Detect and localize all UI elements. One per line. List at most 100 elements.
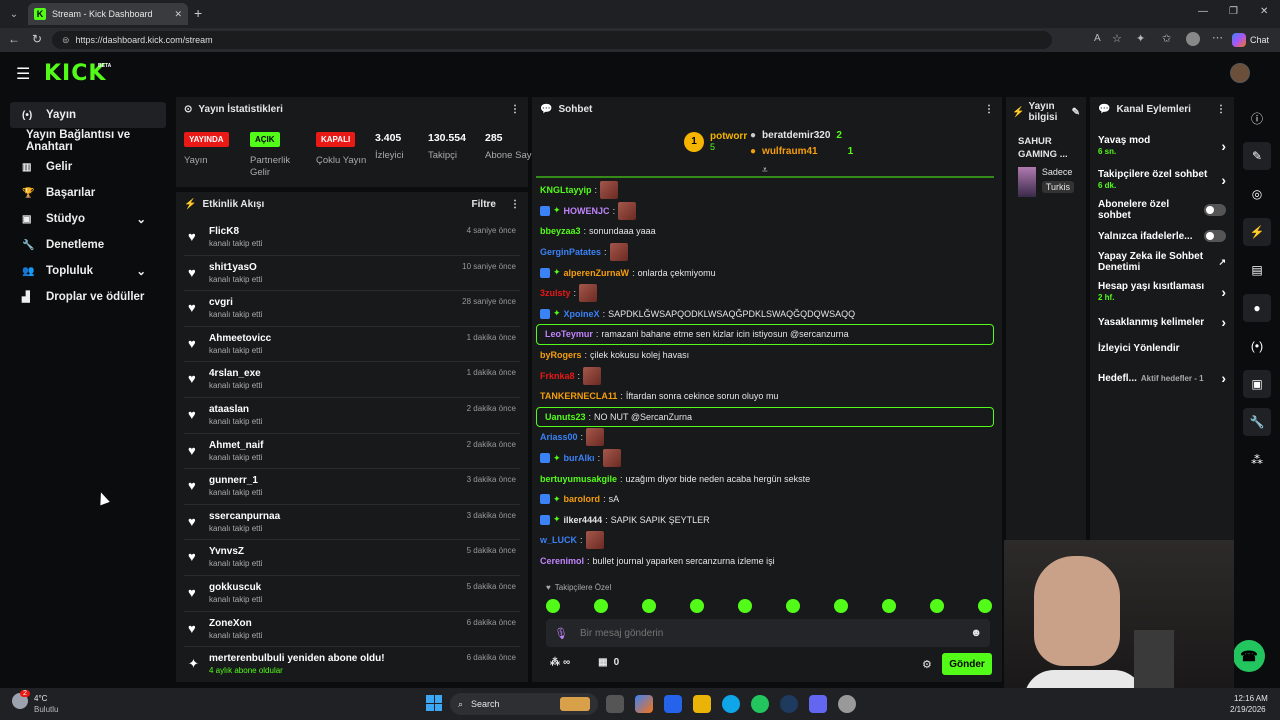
points-indicator[interactable]: ⁂ ∞ (550, 657, 570, 668)
activity-item[interactable]: ♥ FlicK8 kanalı takip etti 4 saniye önce (184, 220, 520, 256)
file-explorer-icon[interactable] (693, 695, 711, 713)
app-icon[interactable] (838, 695, 856, 713)
reload-icon[interactable]: ↻ (32, 32, 42, 46)
chat-message[interactable]: TANKERNECLA11: İftardan sonra cekince sor… (532, 386, 998, 407)
sidebar-item-2[interactable]: ▥ Gelir (10, 154, 166, 180)
filter-button[interactable]: Filtre (472, 199, 496, 210)
window-close-icon[interactable]: ✕ (1260, 6, 1268, 17)
chat-message[interactable]: ✦ alperenZurnaW: onlarda çekmiyomu (532, 262, 998, 283)
sidebar-item-7[interactable]: ▟ Droplar ve ödüller (10, 284, 166, 310)
chat-username[interactable]: byRogers (540, 350, 582, 360)
chat-username[interactable]: barolord (564, 494, 601, 504)
channel-action-5[interactable]: Hesap yaşı kısıtlaması 2 hf. › (1090, 275, 1234, 309)
info-icon[interactable]: ⓘ (1243, 104, 1271, 132)
wrench-icon[interactable]: 🔧 (1243, 408, 1271, 436)
chat-username[interactable]: XpoineX (564, 309, 600, 319)
kick-emote-icon[interactable] (690, 599, 704, 613)
user-avatar[interactable] (1230, 63, 1250, 83)
channel-action-0[interactable]: Yavaş mod 6 sn. › (1090, 129, 1234, 163)
chat-message[interactable]: bbeyzaa3: sonundaaa yaaa (532, 221, 998, 242)
store-app-icon[interactable] (664, 695, 682, 713)
chat-message[interactable]: Cerenimol: bullet journal yaparken sercan… (532, 551, 998, 572)
chat-message[interactable]: ✦ burAlkı: (532, 448, 998, 469)
chat-message[interactable]: bertuyumusakgile: uzağım diyor bide neden… (532, 468, 998, 489)
chat-username[interactable]: LeoTeymur (545, 329, 593, 339)
chat-message[interactable]: 3zulsty: (532, 283, 998, 304)
favorites-bar-icon[interactable]: ✩ (1162, 32, 1171, 45)
sidebar-item-1[interactable]: Yayın Bağlantısı ve Anahtarı (10, 128, 166, 154)
close-tab-icon[interactable]: ✕ (174, 9, 182, 20)
channel-action-6[interactable]: Yasaklanmış kelimeler › (1090, 309, 1234, 335)
stats-menu-icon[interactable]: ⋮ (510, 104, 520, 115)
chat-message[interactable]: GerginPatates: (532, 242, 998, 263)
chat-message[interactable]: LeoTeymur: ramazani bahane etme sen kizla… (536, 324, 994, 345)
chat-message[interactable]: KNGLtayyip: (532, 180, 998, 201)
activity-item[interactable]: ♥ ZoneXon kanalı takip etti 6 dakika önce (184, 612, 520, 648)
chat-message[interactable]: Frknka8: (532, 365, 998, 386)
chat-username[interactable]: Frknka8 (540, 371, 575, 381)
chat-icon[interactable]: ● (1243, 294, 1271, 322)
channel-action-4[interactable]: Yapay Zeka ile Sohbet Denetimi ↗ (1090, 249, 1234, 275)
integrations-icon[interactable]: ⁂ (1243, 446, 1271, 474)
activity-item[interactable]: ♥ 4rslan_exe kanalı takip etti 1 dakika önc… (184, 362, 520, 398)
edit-icon[interactable]: ✎ (1243, 142, 1271, 170)
screenshot-icon[interactable]: ◎ (1243, 180, 1271, 208)
taskbar-search[interactable]: ⌕ Search (450, 693, 598, 715)
copilot-app-icon[interactable] (635, 695, 653, 713)
broadcast-icon[interactable]: (•) (1243, 332, 1271, 360)
chat-username[interactable]: alperenZurnaW (564, 268, 630, 278)
activity-item[interactable]: ♥ ssercanpurnaa kanalı takip etti 3 dakika … (184, 505, 520, 541)
chat-message[interactable]: ✦ HOWENJC: (532, 201, 998, 222)
chat-menu-icon[interactable]: ⋮ (984, 104, 994, 115)
kick-emote-icon[interactable] (882, 599, 896, 613)
channel-action-8[interactable]: Hedefl... Aktif hedefler - 1 › (1090, 361, 1234, 395)
chat-username[interactable]: HOWENJC (564, 206, 610, 216)
kick-emote-icon[interactable] (642, 599, 656, 613)
kick-emote-icon[interactable] (786, 599, 800, 613)
sidebar-item-3[interactable]: 🏆 Başarılar (10, 180, 166, 206)
chat-message[interactable]: byRogers: çilek kokusu kolej havası (532, 345, 998, 366)
chat-message[interactable]: ✦ XpoineX: SAPDKLĞWSAPQODKLWSAQĞPDKLSWAQĞQ… (532, 304, 998, 325)
activity-item[interactable]: ♥ Ahmeetovicc kanalı takip etti 1 dakika ön… (184, 327, 520, 363)
layout-icon[interactable]: ▣ (1243, 370, 1271, 398)
expand-pinned-icon[interactable]: ⩡ (762, 165, 768, 176)
toggle-switch[interactable] (1204, 204, 1226, 216)
new-tab-icon[interactable]: + (194, 5, 202, 21)
sidebar-item-4[interactable]: ▣ Stüdyo ⌄ (10, 206, 166, 232)
activity-item[interactable]: ♥ shit1yasO kanalı takip etti 10 saniye önc… (184, 256, 520, 292)
kick-emote-icon[interactable] (738, 599, 752, 613)
chat-username[interactable]: ilker4444 (564, 515, 603, 525)
chat-settings-icon[interactable]: ⚙ (922, 658, 932, 671)
channel-action-2[interactable]: Abonelere özel sohbet (1090, 197, 1234, 223)
support-chat-icon[interactable]: ☎ (1233, 640, 1265, 672)
activity-item[interactable]: ♥ Ahmet_naif kanalı takip etti 2 dakika önc… (184, 434, 520, 470)
top-gifter-1[interactable]: 1 potworr 5 (684, 131, 747, 152)
kick-emote-icon[interactable] (594, 599, 608, 613)
chat-username[interactable]: Uanuts23 (545, 412, 586, 422)
send-button[interactable]: Gönder (942, 653, 992, 675)
profile-avatar[interactable] (1186, 32, 1200, 46)
store-indicator[interactable]: ▦ 0 (598, 657, 619, 668)
extensions-icon[interactable]: ✦ (1136, 32, 1145, 45)
activity-item[interactable]: ♥ cvgri kanalı takip etti 28 saniye önce (184, 291, 520, 327)
spotify-icon[interactable] (751, 695, 769, 713)
discord-icon[interactable] (809, 695, 827, 713)
top-gifter-2[interactable]: ● beratdemir320 2 (750, 130, 842, 141)
chat-username[interactable]: KNGLtayyip (540, 185, 592, 195)
toggle-switch[interactable] (1204, 230, 1226, 242)
url-field[interactable]: ⊜ https://dashboard.kick.com/stream (52, 31, 1052, 49)
back-icon[interactable]: ← (8, 32, 20, 46)
kick-emote-icon[interactable] (834, 599, 848, 613)
hamburger-menu-icon[interactable]: ☰ (16, 64, 30, 84)
tab-list-icon[interactable]: ⌄ (6, 6, 22, 22)
edge-browser-icon[interactable] (722, 695, 740, 713)
chat-message[interactable]: ✦ barolord: sA (532, 489, 998, 510)
sidebar-item-0[interactable]: (•) Yayın (10, 102, 166, 128)
chat-message[interactable]: ✦ ilker4444: SAPIK SAPIK ŞEYTLER (532, 510, 998, 531)
windows-start-icon[interactable] (426, 695, 442, 711)
emoji-icon[interactable]: ☻ (970, 627, 982, 639)
mic-icon[interactable]: 🎙 (554, 627, 568, 640)
chat-username[interactable]: Cerenimol (540, 556, 584, 566)
sidebar-item-5[interactable]: 🔧 Denetleme (10, 232, 166, 258)
chat-message[interactable]: Ariass00: (532, 427, 998, 448)
